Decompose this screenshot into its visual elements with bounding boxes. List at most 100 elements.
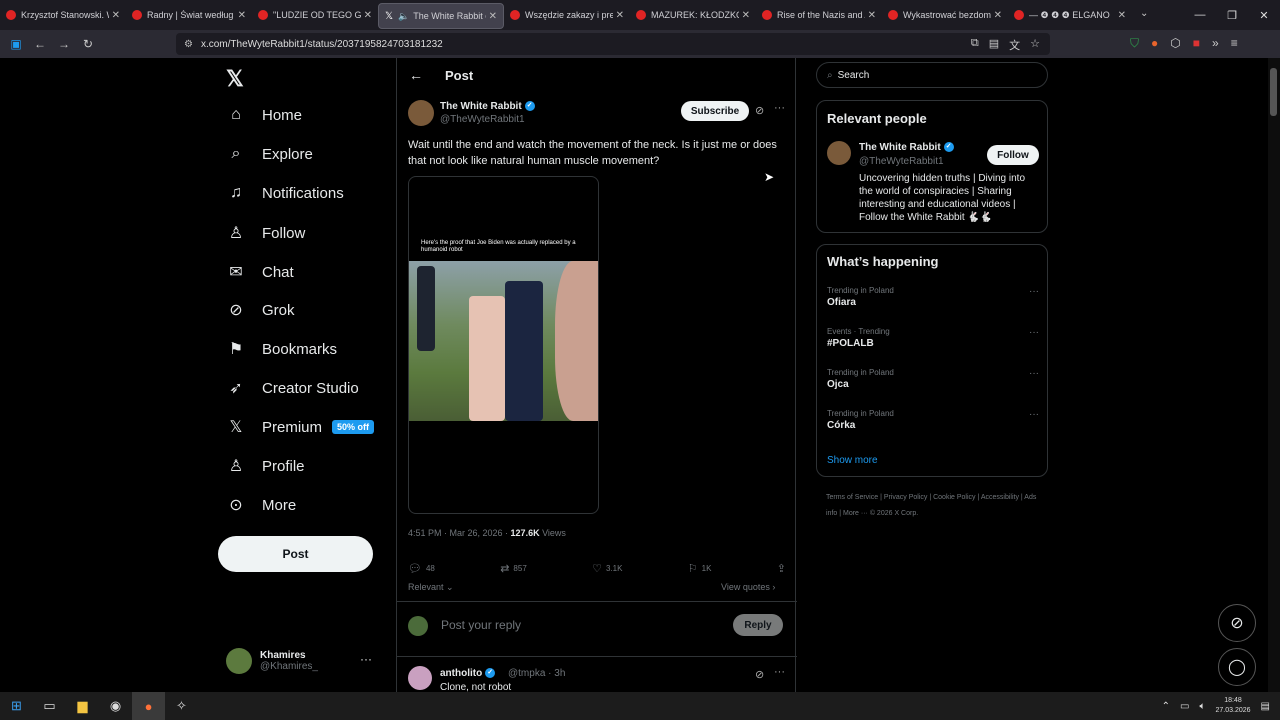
trend-item[interactable]: Trending in Poland Ojca ··· (827, 368, 1039, 390)
x-logo-icon[interactable]: 𝕏 (226, 66, 244, 92)
sidebar-toggle-icon[interactable]: ▣ (4, 37, 28, 51)
grok-icon[interactable]: ⊘ (755, 104, 764, 117)
shield-extension-icon[interactable]: ⛉ (1130, 36, 1139, 51)
close-tab-icon[interactable]: ✕ (616, 10, 624, 21)
compose-post-button[interactable]: Post (218, 536, 373, 572)
translate-icon[interactable]: 文 (1009, 37, 1020, 53)
nav-explore[interactable]: ⌕ Explore (226, 145, 313, 163)
person-name-row[interactable]: The White Rabbit ✓ (859, 142, 954, 153)
close-tab-icon[interactable]: ✕ (489, 11, 497, 22)
nav-premium[interactable]: 𝕏 Premium 50% off (226, 417, 375, 437)
menu-icon[interactable]: ≡ (1231, 36, 1238, 51)
bookmark-star-icon[interactable]: ☆ (1030, 37, 1040, 53)
person-handle[interactable]: @TheWyteRabbit1 (859, 156, 944, 167)
nav-notifications[interactable]: ♫ Notifications (226, 184, 344, 202)
taskbar-app[interactable]: ◉ (99, 692, 132, 720)
browser-tab[interactable]: Krzysztof Stanowski. W ju✕ (0, 0, 126, 30)
nav-follow[interactable]: ♙ Follow (226, 223, 306, 243)
browser-tab[interactable]: — ❹ ❹ ❹ ELGANO ✕ (1008, 0, 1132, 30)
browser-tab[interactable]: Rise of the Nazis and Ad✕ (756, 0, 882, 30)
close-tab-icon[interactable]: ✕ (238, 10, 246, 21)
reply-action[interactable]: 💬︎ 48 (408, 562, 435, 575)
taskbar-app[interactable]: ✧ (165, 692, 198, 720)
follow-button[interactable]: Follow (987, 145, 1039, 165)
back-arrow-icon[interactable]: ← (409, 67, 429, 83)
more-dots-icon[interactable]: ··· (1029, 368, 1039, 379)
post-video[interactable]: Here's the proof that Joe Biden was actu… (408, 176, 599, 514)
reader-icon[interactable]: ▤ (989, 37, 999, 53)
back-icon[interactable]: ← (28, 37, 52, 51)
bookmark-action[interactable]: ⚐ 1K (688, 562, 712, 575)
grok-icon[interactable]: ⊘ (755, 668, 764, 681)
site-info-icon[interactable]: ⚙ (184, 39, 193, 50)
reply-author-handle[interactable]: @tmpka · 3h (508, 668, 565, 679)
trend-item[interactable]: Events · Trending #POLALB ··· (827, 327, 1039, 349)
network-icon[interactable]: ▭ (1180, 701, 1189, 712)
clock[interactable]: 18:48 27.03.2026 (1216, 696, 1251, 716)
minimize-icon[interactable]: — (1184, 9, 1216, 21)
nav-profile[interactable]: ♙ Profile (226, 456, 305, 476)
repost-action[interactable]: ⇄ 857 (500, 562, 527, 575)
overflow-chevron-icon[interactable]: » (1212, 36, 1219, 51)
close-tab-icon[interactable]: ✕ (1118, 10, 1126, 21)
browser-tab[interactable]: "LUDZIE OD TEGO GŁUPI✕ (252, 0, 378, 30)
grok-fab-button[interactable]: ⊘ (1218, 604, 1256, 642)
avatar[interactable] (408, 666, 432, 690)
more-dots-icon[interactable]: ··· (1029, 286, 1039, 297)
reply-author-name[interactable]: antholito (440, 668, 482, 679)
view-quotes-link[interactable]: View quotes › (721, 582, 775, 592)
nav-home[interactable]: ⌂ Home (226, 106, 302, 124)
extensions-icon[interactable]: ⬡ (1170, 36, 1180, 51)
taskbar-app[interactable]: ▆ (66, 692, 99, 720)
browser-tab[interactable]: Wykastrować bezdomno✕ (882, 0, 1008, 30)
more-dots-icon[interactable]: ··· (360, 652, 372, 666)
close-tab-icon[interactable]: ✕ (112, 10, 120, 21)
reload-icon[interactable]: ↻ (76, 37, 100, 51)
author-name-row[interactable]: The White Rabbit ✓ (440, 101, 535, 112)
maximize-icon[interactable]: ❐ (1216, 9, 1248, 22)
volume-icon[interactable]: 🔈︎ (1200, 701, 1206, 712)
more-dots-icon[interactable]: ··· (774, 666, 785, 678)
speaker-icon[interactable]: 🔈 (398, 11, 409, 22)
browser-tab[interactable]: Wszędzie zakazy i preten✕ (504, 0, 630, 30)
author-avatar[interactable] (408, 100, 434, 126)
close-tab-icon[interactable]: ✕ (868, 10, 876, 21)
search-input[interactable]: ⌕ Search (816, 62, 1048, 88)
scrollbar-thumb[interactable] (1270, 68, 1277, 116)
nav-grok[interactable]: ⊘ Grok (226, 300, 294, 320)
close-tab-icon[interactable]: ✕ (364, 10, 372, 21)
share-action[interactable]: ⇪ (777, 562, 786, 575)
author-name[interactable]: The White Rabbit (440, 101, 522, 112)
taskbar-app[interactable]: ▭ (33, 692, 66, 720)
tab-list-chevron-icon[interactable]: ⌄ (1140, 8, 1148, 19)
browser-tab[interactable]: Radny | Świat według Kie✕ (126, 0, 252, 30)
avatar[interactable] (827, 141, 851, 165)
nav-chat[interactable]: ✉ Chat (226, 262, 293, 282)
taskbar-app-firefox[interactable]: ● (132, 692, 165, 720)
close-tab-icon[interactable]: ✕ (742, 10, 750, 21)
scrollbar[interactable] (1268, 58, 1280, 692)
trend-item[interactable]: Trending in Poland Ofiara ··· (827, 286, 1039, 308)
more-dots-icon[interactable]: ··· (1029, 327, 1039, 338)
notification-extension-icon[interactable]: ■ (1193, 36, 1200, 51)
show-more-link[interactable]: Show more (827, 455, 878, 466)
address-bar[interactable]: ⚙ x.com/TheWyteRabbit1/status/2037195824… (176, 33, 1050, 55)
reply-item[interactable]: antholito ✓ @tmpka · 3h Clone, not robot … (408, 666, 786, 692)
nav-more[interactable]: ⊙ More (226, 495, 296, 515)
reply-author-row[interactable]: antholito ✓ (440, 668, 496, 679)
more-dots-icon[interactable]: ··· (774, 102, 785, 114)
browser-tab[interactable]: MAZUREK: KŁODZKO, PE✕ (630, 0, 756, 30)
fox-extension-icon[interactable]: ● (1151, 36, 1158, 51)
messages-fab-button[interactable]: ◯ (1218, 648, 1256, 686)
screenshot-icon[interactable]: ⧉ (971, 37, 979, 53)
like-action[interactable]: ♡ 3.1K (592, 562, 622, 575)
browser-tab-active[interactable]: 𝕏🔈The White Rabbit on X✕ (378, 3, 504, 29)
subscribe-button[interactable]: Subscribe (681, 101, 749, 121)
forward-icon[interactable]: → (52, 37, 76, 51)
chevron-up-icon[interactable]: ⌃ (1162, 701, 1170, 712)
author-handle[interactable]: @TheWyteRabbit1 (440, 114, 525, 125)
close-window-icon[interactable]: ✕ (1248, 9, 1280, 22)
account-switcher[interactable]: Khamires @Khamires_ ··· (226, 648, 386, 674)
close-tab-icon[interactable]: ✕ (994, 10, 1002, 21)
notifications-icon[interactable]: ▤ (1261, 701, 1270, 712)
